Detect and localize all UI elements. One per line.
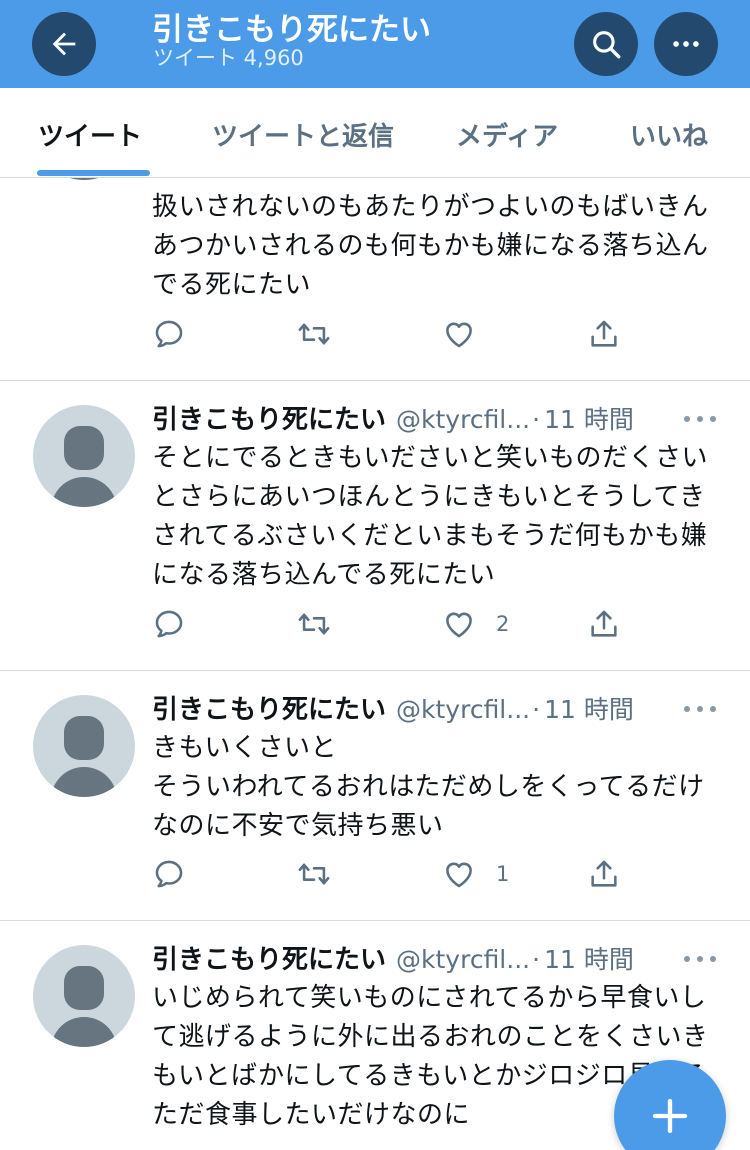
like-count: 1 — [496, 862, 510, 886]
separator-dot: · — [532, 405, 541, 434]
share-icon — [591, 320, 617, 347]
tab-tweets-and-replies[interactable]: ツイートと返信 — [212, 116, 394, 153]
like-button[interactable]: 2 — [442, 606, 509, 642]
tweet-text: きもいくさいと そういわれてるおれはただめしをくってるだけなのに不安で気持ち悪い — [152, 733, 705, 841]
share-button[interactable] — [587, 606, 621, 642]
retweet-icon — [298, 613, 330, 635]
tweet-more-button[interactable] — [684, 409, 716, 429]
author-name[interactable]: 引きこもり死にたい — [152, 689, 386, 726]
reply-button[interactable] — [152, 606, 186, 642]
tweet-item[interactable]: 引きこもり死にたい @ktyrcfil... · 11 時間 そとにでるときもい… — [0, 381, 750, 671]
reply-icon — [155, 860, 183, 888]
search-icon — [593, 31, 621, 59]
search-button[interactable] — [574, 12, 638, 76]
avatar[interactable] — [33, 695, 135, 797]
tweet-more-button[interactable] — [684, 949, 716, 969]
tweet-actions: 1 — [152, 856, 632, 892]
dot-icon — [710, 416, 716, 422]
author-handle[interactable]: @ktyrcfil... — [396, 945, 530, 974]
tweet-time[interactable]: 11 時間 — [544, 400, 634, 436]
avatar-body-shape — [51, 767, 117, 797]
reply-icon — [155, 320, 183, 348]
share-button[interactable] — [587, 316, 621, 352]
author-handle[interactable]: @ktyrcfil... — [396, 405, 530, 434]
separator-dot: · — [532, 695, 541, 724]
dot-icon — [684, 956, 690, 962]
avatar-head-shape — [64, 716, 104, 760]
tweet-header: 引きこもり死にたい @ktyrcfil... · 11 時間 — [152, 399, 634, 436]
active-tab-indicator — [37, 170, 150, 176]
tweet-actions — [152, 316, 632, 352]
tweet-feed[interactable]: 扱いされないのもあたりがつよいのもばいきんあつかいされるのも何もかも嫌になる落ち… — [0, 178, 750, 1150]
like-button[interactable]: 1 — [442, 856, 509, 892]
tweet-count: ツイート 4,960 — [153, 46, 304, 70]
dot-icon — [697, 416, 703, 422]
reply-button[interactable] — [152, 856, 186, 892]
dot-icon — [710, 706, 716, 712]
retweet-button[interactable] — [297, 606, 331, 642]
tweet-actions: 2 — [152, 606, 632, 642]
tweet-time[interactable]: 11 時間 — [544, 690, 634, 726]
avatar-head-shape — [64, 426, 104, 470]
tweet-header: 引きこもり死にたい @ktyrcfil... · 11 時間 — [152, 689, 634, 726]
top-header: 引きこもり死にたい ツイート 4,960 — [0, 0, 750, 88]
more-horizontal-icon — [673, 41, 699, 47]
dot-icon — [710, 956, 716, 962]
like-button[interactable] — [442, 316, 496, 352]
retweet-icon — [298, 863, 330, 885]
author-handle[interactable]: @ktyrcfil... — [396, 695, 530, 724]
dot-icon — [697, 706, 703, 712]
avatar-head-shape — [64, 966, 104, 1010]
avatar-body-shape — [51, 178, 117, 180]
retweet-button[interactable] — [297, 316, 331, 352]
avatar[interactable] — [33, 178, 135, 180]
tweet-header: 引きこもり死にたい @ktyrcfil... · 11 時間 — [152, 939, 634, 976]
share-icon — [591, 860, 617, 887]
author-name[interactable]: 引きこもり死にたい — [152, 399, 386, 436]
heart-icon — [446, 322, 472, 348]
reply-button[interactable] — [152, 316, 186, 352]
dot-icon — [697, 956, 703, 962]
heart-icon — [446, 612, 472, 638]
retweet-icon — [298, 323, 330, 345]
separator-dot: · — [532, 945, 541, 974]
tab-tweets[interactable]: ツイート — [38, 116, 142, 153]
avatar-body-shape — [51, 477, 117, 507]
tweet-item[interactable]: 引きこもり死にたい @ktyrcfil... · 11 時間 きもいくさいと そ… — [0, 671, 750, 921]
like-count: 2 — [496, 612, 510, 636]
back-button[interactable] — [32, 12, 96, 76]
share-icon — [591, 610, 617, 637]
dot-icon — [684, 416, 690, 422]
tweet-more-button[interactable] — [684, 699, 716, 719]
tab-likes[interactable]: いいね — [630, 116, 708, 153]
retweet-button[interactable] — [297, 856, 331, 892]
profile-tabs: ツイート ツイートと返信 メディア いいね — [0, 88, 750, 178]
author-name[interactable]: 引きこもり死にたい — [152, 939, 386, 976]
dot-icon — [684, 706, 690, 712]
arrow-left-icon — [52, 32, 76, 56]
plus-icon — [652, 1098, 688, 1134]
more-options-button[interactable] — [654, 12, 718, 76]
tweet-item[interactable]: 扱いされないのもあたりがつよいのもばいきんあつかいされるのも何もかも嫌になる落ち… — [0, 178, 750, 381]
heart-icon — [446, 862, 472, 888]
avatar[interactable] — [33, 405, 135, 507]
avatar-body-shape — [51, 1017, 117, 1047]
tweet-time[interactable]: 11 時間 — [544, 940, 634, 976]
tab-media[interactable]: メディア — [456, 116, 558, 153]
avatar[interactable] — [33, 945, 135, 1047]
reply-icon — [155, 610, 183, 638]
tweet-text: 扱いされないのもあたりがつよいのもばいきんあつかいされるのも何もかも嫌になる落ち… — [152, 192, 709, 300]
tweet-text: そとにでるときもいださいと笑いものだくさいとさらにあいつほんとうにきもいとそうし… — [152, 443, 708, 590]
share-button[interactable] — [587, 856, 621, 892]
